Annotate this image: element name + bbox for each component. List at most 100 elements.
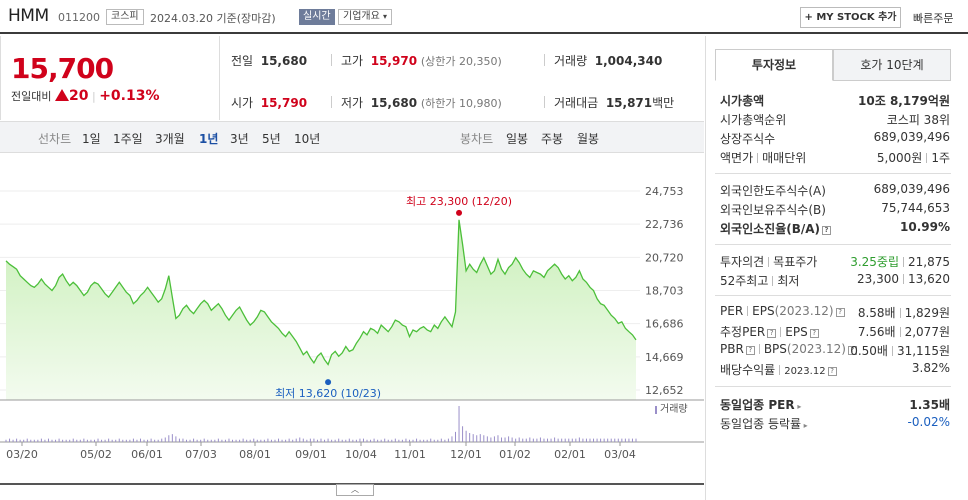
volume-bar (228, 438, 230, 442)
period-selector: 선차트 1일 1주일 3개월 1년 3년 5년 10년 봉차트 일봉 주봉 월봉 (0, 121, 704, 153)
volume-bar (9, 438, 11, 442)
quote-date: 2024.03.20 기준(장마감) (150, 10, 276, 26)
tab-quote-10[interactable]: 호가 10단계 (833, 49, 951, 81)
candle-daily[interactable]: 일봉 (506, 130, 528, 147)
x-tick-label: 06/01 (131, 448, 163, 461)
high-price: 고가 15,970 (상한가 20,350) (341, 54, 502, 68)
y-tick-label: 18,703 (645, 284, 684, 297)
x-tick-label: 11/01 (394, 448, 426, 461)
foreign-hold-row: 외국인보유주식수(B) 75,744,653 (720, 201, 950, 217)
volume-bar (44, 439, 46, 442)
period-3m[interactable]: 3개월 (155, 130, 185, 147)
volume-bar (585, 438, 587, 442)
foreign-ratio-row: 외국인소진율(B/A)? 10.99% (720, 220, 950, 236)
volume-bar (5, 439, 7, 442)
volume-bar (136, 439, 138, 442)
period-10y[interactable]: 10년 (294, 130, 320, 147)
volume-bar (90, 439, 92, 442)
realtime-button[interactable]: 실시간 (299, 9, 335, 25)
volume-bar (525, 438, 527, 442)
volume-bar (62, 439, 64, 442)
volume-bar (589, 438, 591, 442)
period-3y[interactable]: 3년 (230, 130, 249, 147)
volume-bar (55, 439, 57, 442)
volume-bar (37, 439, 39, 442)
mystock-add-button[interactable]: + MY STOCK 추가 (800, 7, 901, 28)
opinion-row: 투자의견 목표주가 3.25중립 21,875 (720, 255, 950, 269)
low-annotation: 최저 13,620 (10/23) (275, 387, 381, 400)
info-box-icon[interactable]: ? (822, 226, 832, 235)
tab-invest-info[interactable]: 투자정보 (715, 49, 833, 81)
volume-bar (596, 438, 598, 442)
volume-bar (224, 439, 226, 442)
company-info-dropdown[interactable]: 기업개요 ▾ (338, 9, 393, 25)
volume-bar (490, 437, 492, 442)
low-price: 저가 15,680 (하한가 10,980) (341, 96, 502, 110)
volume-bar (440, 438, 442, 442)
volume-bar (607, 438, 609, 442)
low-marker (325, 379, 332, 386)
volume-bar (401, 439, 403, 442)
period-1y[interactable]: 1년 (199, 130, 218, 147)
volume-bar (122, 439, 124, 442)
chevron-down-icon: ▾ (383, 12, 388, 21)
volume-bar (210, 439, 212, 442)
volume-bar (370, 439, 372, 442)
volume-bar (338, 438, 340, 442)
info-box-icon[interactable]: ? (745, 346, 755, 355)
change-label: 전일대비 (11, 90, 52, 103)
stock-code: 011200 (58, 11, 100, 24)
sector-change-row[interactable]: 동일업종 등락률 ▸ -0.02% (720, 415, 950, 434)
volume-bar (380, 439, 382, 442)
volume-bar (154, 439, 156, 442)
volume-bar (168, 435, 170, 442)
volume-bar (497, 435, 499, 442)
volume-bar (157, 439, 159, 442)
volume-bar (391, 439, 393, 442)
volume-bar (501, 437, 503, 442)
volume-bar (508, 436, 510, 442)
x-tick-label: 10/04 (345, 448, 377, 461)
period-1w[interactable]: 1주일 (113, 130, 143, 147)
info-box-icon[interactable]: ? (767, 329, 777, 338)
sector-per-row[interactable]: 동일업종 PER ▸ 1.35배 (720, 396, 950, 415)
quick-order-link[interactable]: 빠른주문 (913, 10, 953, 26)
period-1d[interactable]: 1일 (82, 130, 101, 147)
volume-bar (554, 437, 556, 442)
volume-bar (327, 438, 329, 442)
info-box-icon[interactable]: ? (809, 329, 819, 338)
volume-bar (186, 439, 188, 442)
volume-bar (359, 438, 361, 442)
volume-bar (529, 437, 531, 442)
info-box-icon[interactable]: ? (827, 367, 837, 376)
volume-bar (405, 438, 407, 442)
volume-bar (348, 438, 350, 442)
volume-bar (147, 439, 149, 442)
volume-bar (398, 439, 400, 442)
volume-bar (19, 439, 21, 442)
volume-bar (451, 436, 453, 442)
price-area (6, 219, 636, 400)
price-chart[interactable]: 24,753 22,736 20,720 18,703 16,686 14,669 12,6… (0, 154, 704, 500)
period-5y[interactable]: 5년 (262, 130, 281, 147)
chevron-up-icon[interactable]: ︿ (336, 484, 374, 496)
x-tick-label: 09/01 (295, 448, 327, 461)
info-box-icon[interactable]: ? (835, 308, 845, 317)
volume-bar (433, 439, 435, 442)
volume-bar (30, 439, 32, 442)
volume-bar (412, 439, 414, 442)
volume-bar (593, 438, 595, 442)
candle-weekly[interactable]: 주봉 (541, 130, 563, 147)
volume-bar (426, 439, 428, 442)
volume-bar (232, 439, 234, 442)
volume-bar (299, 437, 301, 442)
volume-bar (603, 438, 605, 442)
candle-monthly[interactable]: 월봉 (577, 130, 599, 147)
volume-bar (79, 439, 81, 442)
volume-bar (504, 437, 506, 442)
volume-bar (93, 439, 95, 442)
volume-bar (217, 438, 219, 442)
volume-bar (40, 438, 42, 442)
volume-bar (624, 438, 626, 442)
price-change: 전일대비 20 | +0.13% (11, 88, 160, 104)
